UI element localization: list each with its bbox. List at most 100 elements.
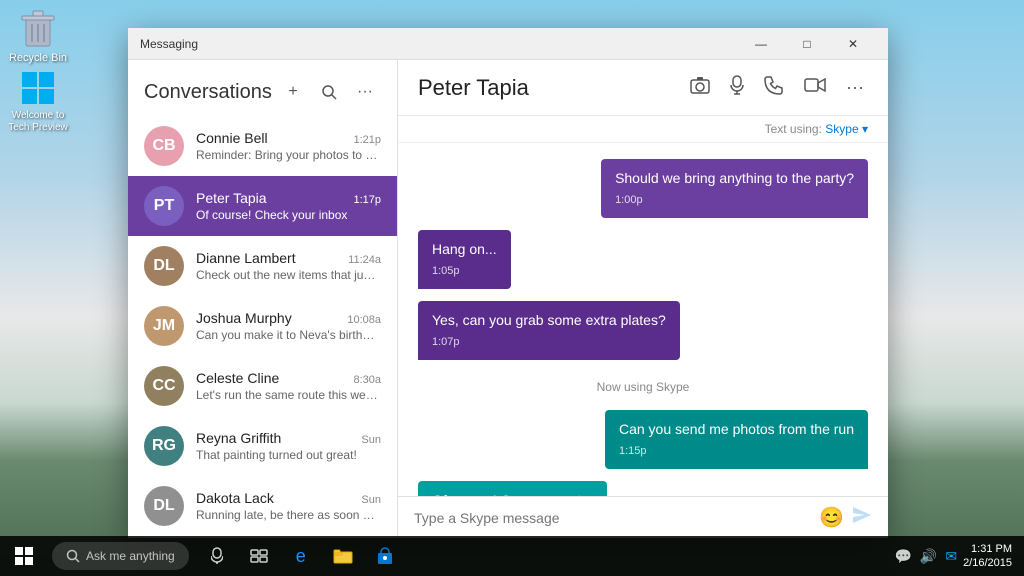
window-titlebar: Messaging — □ ✕ [128,28,888,60]
conversation-preview: Of course! Check your inbox [196,208,381,222]
chat-input[interactable] [414,510,811,526]
conversation-time: 10:08a [347,314,381,326]
avatar: RG [144,426,184,466]
window-body: Conversations + ··· CB Connie [128,60,888,538]
conversation-time: 1:17p [353,194,381,206]
conversation-preview: Check out the new items that just arrive… [196,268,381,282]
close-button[interactable]: ✕ [830,28,876,60]
recycle-bin-icon[interactable]: Recycle Bin [8,8,68,64]
conversation-item[interactable]: DL Dakota Lack Sun Running late, be ther… [128,476,397,536]
conversation-item[interactable]: PT Peter Tapia 1:17p Of course! Check yo… [128,176,397,236]
avatar: DL [144,486,184,526]
taskbar-search[interactable]: Ask me anything [52,542,189,570]
message-time: 1:05p [432,264,497,279]
taskbar-file-explorer[interactable] [323,536,363,576]
camera-button[interactable] [686,72,714,103]
taskbar-ie[interactable]: e [281,536,321,576]
more-options-button[interactable]: ··· [349,76,381,108]
start-button[interactable] [0,536,48,576]
message-text: Can you send me photos from the run [619,420,854,440]
messaging-window: Messaging — □ ✕ Conversations + · [128,28,888,538]
window-controls: — □ ✕ [738,28,876,60]
taskbar-right: 💬 🔊 ✉ 1:31 PM 2/16/2015 [894,542,1024,571]
conversation-item[interactable]: CB Connie Bell 1:21p Reminder: Bring you… [128,116,397,176]
microphone-button[interactable] [726,71,748,104]
conversation-item[interactable]: JM Joshua Murphy 10:08a Can you make it … [128,296,397,356]
welcome-label: Welcome to Tech Preview [4,110,72,134]
minimize-button[interactable]: — [738,28,784,60]
conversation-name: Connie Bell [196,130,268,146]
notification-icon[interactable]: 💬 [894,548,911,565]
conversation-time: Sun [361,434,381,446]
taskbar-clock: 1:31 PM 2/16/2015 [963,542,1012,571]
taskbar-microphone[interactable] [197,536,237,576]
conversation-info: Connie Bell 1:21p Reminder: Bring your p… [196,130,381,162]
skype-indicator: Text using: Skype ▾ [398,116,888,143]
conversation-info: Dianne Lambert 11:24a Check out the new … [196,250,381,282]
taskbar-task-view[interactable] [239,536,279,576]
volume-icon[interactable]: 🔊 [920,548,937,565]
chat-header-actions: ··· [686,71,868,104]
conversation-list: CB Connie Bell 1:21p Reminder: Bring you… [128,116,397,538]
conversation-item[interactable]: DL Dianne Lambert 11:24a Check out the n… [128,236,397,296]
conversation-preview: Let's run the same route this weekend [196,388,381,402]
conversation-time: 11:24a [348,254,381,266]
new-conversation-button[interactable]: + [277,76,309,108]
maximize-button[interactable]: □ [784,28,830,60]
chat-panel: Peter Tapia [398,60,888,538]
conversations-panel: Conversations + ··· CB Connie [128,60,398,538]
avatar: CB [144,126,184,166]
phone-button[interactable] [760,71,788,104]
conversation-name: Reyna Griffith [196,430,281,446]
emoji-button[interactable]: 😊 [819,505,844,530]
conversation-info: Dakota Lack Sun Running late, be there a… [196,490,381,522]
taskbar-store[interactable] [365,536,405,576]
skype-link[interactable]: Skype ▾ [825,122,868,136]
conversation-item[interactable]: CC Celeste Cline 8:30a Let's run the sam… [128,356,397,416]
chat-more-button[interactable]: ··· [842,73,868,102]
message-bubble: Hang on... 1:05p [418,230,511,289]
window-title: Messaging [140,37,738,51]
send-button[interactable] [852,506,872,529]
conversation-item[interactable]: RG Reyna Griffith Sun That painting turn… [128,416,397,476]
conversation-name: Dakota Lack [196,490,274,506]
conversation-name: Dianne Lambert [196,250,296,266]
system-message: Now using Skype [418,372,868,402]
chat-messages: Should we bring anything to the party? 1… [398,143,888,496]
message-bubble: Of course! One moment... 1:17p [418,481,607,496]
message-text: Yes, can you grab some extra plates? [432,311,666,331]
messaging-icon[interactable]: ✉ [945,548,957,565]
search-conversations-button[interactable] [313,76,345,108]
message-bubble: Yes, can you grab some extra plates? 1:0… [418,301,680,360]
conversations-title: Conversations [144,81,277,104]
message-text: Should we bring anything to the party? [615,169,854,189]
time-display: 1:31 PM [971,542,1012,556]
message-row: Of course! One moment... 1:17p [418,481,868,496]
message-time: 1:00p [615,193,854,208]
conversation-name: Peter Tapia [196,190,267,206]
message-row: Yes, can you grab some extra plates? 1:0… [418,301,868,360]
conversation-preview: Can you make it to Neva's birthday party… [196,328,381,342]
chat-contact-name: Peter Tapia [418,75,686,101]
conversation-time: Sun [361,494,381,506]
conversation-info: Peter Tapia 1:17p Of course! Check your … [196,190,381,222]
message-bubble: Can you send me photos from the run 1:15… [605,410,868,469]
message-row: Should we bring anything to the party? 1… [418,159,868,218]
video-call-button[interactable] [800,73,830,102]
conversation-time: 8:30a [353,374,381,386]
message-text: Hang on... [432,240,497,260]
chat-input-area: 😊 [398,496,888,538]
conversation-info: Joshua Murphy 10:08a Can you make it to … [196,310,381,342]
message-time: 1:15p [619,444,854,459]
avatar: JM [144,306,184,346]
chat-header: Peter Tapia [398,60,888,116]
conversation-preview: That painting turned out great! [196,448,381,462]
conversations-actions: + ··· [277,76,381,108]
welcome-icon[interactable]: Welcome to Tech Preview [4,70,72,134]
conversations-header: Conversations + ··· [128,60,397,116]
conversation-info: Reyna Griffith Sun That painting turned … [196,430,381,462]
search-placeholder: Ask me anything [86,549,175,563]
message-time: 1:07p [432,335,666,350]
taskbar-system-icons: 💬 🔊 ✉ [894,548,957,565]
conversation-preview: Reminder: Bring your photos to class on … [196,148,381,162]
